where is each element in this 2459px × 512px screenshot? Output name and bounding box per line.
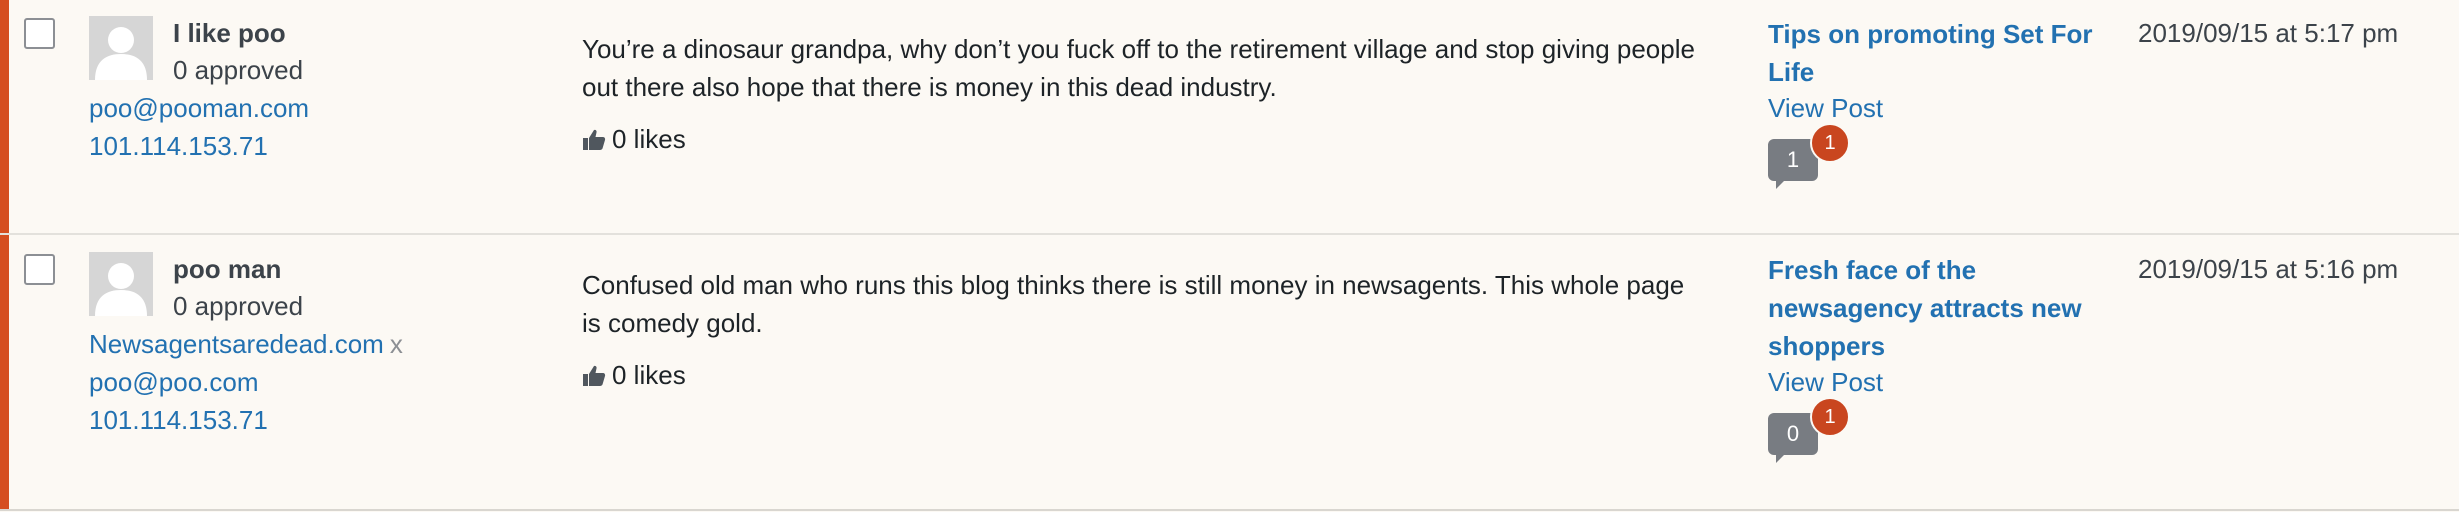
speech-bubble-tail-icon [1776, 179, 1786, 189]
comment-count-bubble[interactable]: 0 1 [1768, 397, 1858, 473]
speech-bubble-tail-icon [1776, 453, 1786, 463]
author-name: poo man [173, 254, 282, 284]
comment-date: 2019/09/15 at 5:17 pm [2138, 18, 2399, 48]
author-approved-count: 0 approved [173, 55, 304, 85]
avatar [89, 16, 153, 80]
author-approved-count: 0 approved [173, 291, 304, 321]
comments-table: I like poo 0 approved poo@pooman.com 101… [0, 0, 2459, 512]
author-ip-link[interactable]: 101.114.153.71 [89, 131, 268, 162]
avatar-placeholder-icon [89, 16, 153, 80]
select-comment-checkbox[interactable] [24, 18, 55, 49]
likes-label: 0 likes [612, 124, 686, 154]
view-post-link[interactable]: View Post [1768, 93, 1883, 124]
pending-comments-badge[interactable]: 1 [1810, 123, 1850, 163]
comment-count-bubble[interactable]: 1 1 [1768, 123, 1858, 199]
likes-count: 0 likes [582, 360, 686, 391]
select-comment-checkbox[interactable] [24, 254, 55, 285]
comment-text: Confused old man who runs this blog thin… [582, 270, 1685, 338]
post-title-link[interactable]: Fresh face of the newsagency attracts ne… [1768, 251, 2108, 365]
pending-status-bar [0, 235, 9, 509]
comment-row: I like poo 0 approved poo@pooman.com 101… [0, 0, 2459, 235]
comment-text: You’re a dinosaur grandpa, why don’t you… [582, 34, 1695, 102]
avatar [89, 252, 153, 316]
comment-date: 2019/09/15 at 5:16 pm [2138, 254, 2399, 284]
thumbs-up-icon [583, 129, 606, 150]
likes-label: 0 likes [612, 360, 686, 390]
thumbs-up-icon [583, 365, 606, 386]
post-title-link[interactable]: Tips on promoting Set For Life [1768, 15, 2108, 91]
author-name: I like poo [173, 18, 286, 48]
remove-url-button[interactable]: x [390, 329, 403, 359]
avatar-placeholder-icon [89, 252, 153, 316]
author-website-row: Newsagentsaredead.com x [89, 329, 403, 360]
view-post-link[interactable]: View Post [1768, 367, 1883, 398]
likes-count: 0 likes [582, 124, 686, 155]
author-website-link[interactable]: Newsagentsaredead.com [89, 329, 384, 359]
author-email-link[interactable]: poo@pooman.com [89, 93, 309, 124]
author-ip-link[interactable]: 101.114.153.71 [89, 405, 268, 436]
pending-status-bar [0, 0, 9, 233]
comment-row: poo man 0 approved Newsagentsaredead.com… [0, 235, 2459, 511]
pending-comments-badge[interactable]: 1 [1810, 397, 1850, 437]
author-email-link[interactable]: poo@poo.com [89, 367, 259, 398]
